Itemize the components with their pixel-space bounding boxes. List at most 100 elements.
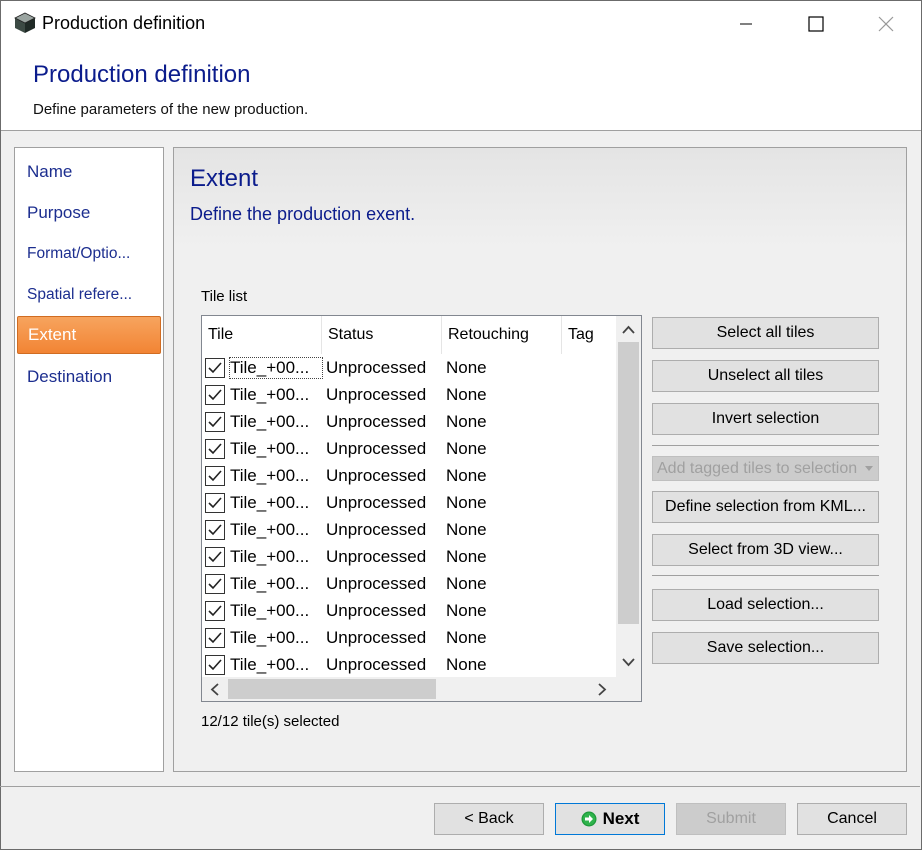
tile-checkbox[interactable] (205, 520, 225, 540)
tile-checkbox[interactable] (205, 466, 225, 486)
tile-name-cell: Tile_+00... (230, 493, 310, 512)
action-separator (652, 575, 879, 576)
submit-button[interactable]: Submit (676, 803, 786, 835)
table-row[interactable]: Tile_+00... Unprocessed None (202, 463, 618, 490)
footer-divider (0, 786, 920, 787)
scroll-up-icon[interactable] (622, 325, 635, 334)
checkmark-icon (208, 605, 222, 617)
tile-status-cell: Unprocessed (326, 493, 427, 512)
tile-retouching-cell: None (446, 493, 487, 512)
tile-name-cell: Tile_+00... (230, 628, 310, 647)
app-cube-icon (14, 12, 36, 34)
close-icon (878, 16, 894, 32)
tile-status-cell: Unprocessed (326, 466, 427, 485)
tile-status-cell: Unprocessed (326, 358, 427, 377)
tile-name-cell: Tile_+00... (230, 412, 310, 431)
checkmark-icon (208, 632, 222, 644)
define-selection-from-kml-button[interactable]: Define selection from KML... (652, 491, 879, 523)
add-tagged-tiles-dropdown[interactable]: Add tagged tiles to selection (652, 456, 879, 481)
tile-table[interactable]: Tile Status Retouching Tag Tile_+00... Un… (201, 315, 642, 702)
action-separator (652, 445, 879, 446)
back-button[interactable]: < Back (434, 803, 544, 835)
tile-name-cell: Tile_+00... (230, 547, 310, 566)
column-header-retouching[interactable]: Retouching (442, 316, 562, 354)
tile-retouching-cell: None (446, 601, 487, 620)
wizard-title: Production definition (33, 61, 251, 88)
select-from-3d-view-button[interactable]: Select from 3D view... (652, 534, 879, 566)
minimize-button[interactable] (711, 1, 781, 47)
checkmark-icon (208, 551, 222, 563)
tile-retouching-cell: None (446, 574, 487, 593)
tile-checkbox[interactable] (205, 655, 225, 675)
nav-item-spatial-reference[interactable]: Spatial refere... (17, 276, 161, 314)
tile-status-cell: Unprocessed (326, 628, 427, 647)
tile-checkbox[interactable] (205, 439, 225, 459)
checkmark-icon (208, 470, 222, 482)
table-row[interactable]: Tile_+00... Unprocessed None (202, 571, 618, 598)
checkmark-icon (208, 659, 222, 671)
table-row[interactable]: Tile_+00... Unprocessed None (202, 517, 618, 544)
tile-checkbox[interactable] (205, 385, 225, 405)
cancel-button[interactable]: Cancel (797, 803, 907, 835)
tile-checkbox[interactable] (205, 547, 225, 567)
horizontal-scroll-thumb[interactable] (228, 679, 436, 699)
nav-item-extent[interactable]: Extent (17, 316, 161, 354)
tile-status-cell: Unprocessed (326, 412, 427, 431)
tile-name-cell: Tile_+00... (230, 520, 310, 539)
next-button[interactable]: Next (555, 803, 665, 835)
column-header-tag[interactable]: Tag (562, 316, 622, 354)
extent-title: Extent (190, 165, 259, 192)
window-title: Production definition (42, 13, 206, 33)
scroll-corner (616, 677, 641, 701)
checkmark-icon (208, 497, 222, 509)
tile-name-cell: Tile_+00... (230, 574, 310, 593)
checkmark-icon (208, 389, 222, 401)
save-selection-button[interactable]: Save selection... (652, 632, 879, 664)
add-tagged-tiles-label: Add tagged tiles to selection (657, 459, 858, 477)
table-row[interactable]: Tile_+00... Unprocessed None (202, 436, 618, 463)
scroll-right-icon[interactable] (598, 683, 607, 696)
nav-item-format-options[interactable]: Format/Optio... (17, 235, 161, 273)
invert-selection-button[interactable]: Invert selection (652, 403, 879, 435)
scroll-down-icon[interactable] (622, 658, 635, 667)
column-header-tile[interactable]: Tile (202, 316, 322, 354)
tile-status-cell: Unprocessed (326, 601, 427, 620)
next-arrow-icon (581, 811, 597, 827)
tile-checkbox[interactable] (205, 358, 225, 378)
vertical-scroll-thumb[interactable] (618, 342, 639, 624)
select-all-tiles-button[interactable]: Select all tiles (652, 317, 879, 349)
column-header-status[interactable]: Status (322, 316, 442, 354)
scroll-left-icon[interactable] (210, 683, 219, 696)
nav-item-destination[interactable]: Destination (17, 358, 161, 396)
tile-checkbox[interactable] (205, 412, 225, 432)
nav-item-purpose[interactable]: Purpose (17, 194, 161, 232)
table-row[interactable]: Tile_+00... Unprocessed None (202, 625, 618, 652)
tile-retouching-cell: None (446, 520, 487, 539)
horizontal-scrollbar[interactable] (202, 677, 616, 701)
next-button-label: Next (602, 809, 640, 828)
table-row[interactable]: Tile_+00... Unprocessed None (202, 652, 618, 679)
table-row[interactable]: Tile_+00... Unprocessed None (202, 490, 618, 517)
extent-subtitle: Define the production exent. (190, 204, 416, 224)
table-row[interactable]: Tile_+00... Unprocessed None (202, 355, 618, 382)
close-button[interactable] (851, 1, 921, 47)
minimize-icon (740, 23, 752, 25)
tile-retouching-cell: None (446, 466, 487, 485)
tile-checkbox[interactable] (205, 601, 225, 621)
tile-checkbox[interactable] (205, 493, 225, 513)
load-selection-button[interactable]: Load selection... (652, 589, 879, 621)
table-row[interactable]: Tile_+00... Unprocessed None (202, 544, 618, 571)
tile-retouching-cell: None (446, 412, 487, 431)
table-row[interactable]: Tile_+00... Unprocessed None (202, 382, 618, 409)
nav-item-name[interactable]: Name (17, 153, 161, 191)
table-row[interactable]: Tile_+00... Unprocessed None (202, 409, 618, 436)
maximize-button[interactable] (781, 1, 851, 47)
tile-status-cell: Unprocessed (326, 385, 427, 404)
table-row[interactable]: Tile_+00... Unprocessed None (202, 598, 618, 625)
tile-checkbox[interactable] (205, 574, 225, 594)
unselect-all-tiles-button[interactable]: Unselect all tiles (652, 360, 879, 392)
tile-checkbox[interactable] (205, 628, 225, 648)
wizard-steps-nav: Name Purpose Format/Optio... Spatial ref… (14, 147, 164, 772)
vertical-scrollbar[interactable] (616, 316, 641, 677)
tile-status-cell: Unprocessed (326, 439, 427, 458)
